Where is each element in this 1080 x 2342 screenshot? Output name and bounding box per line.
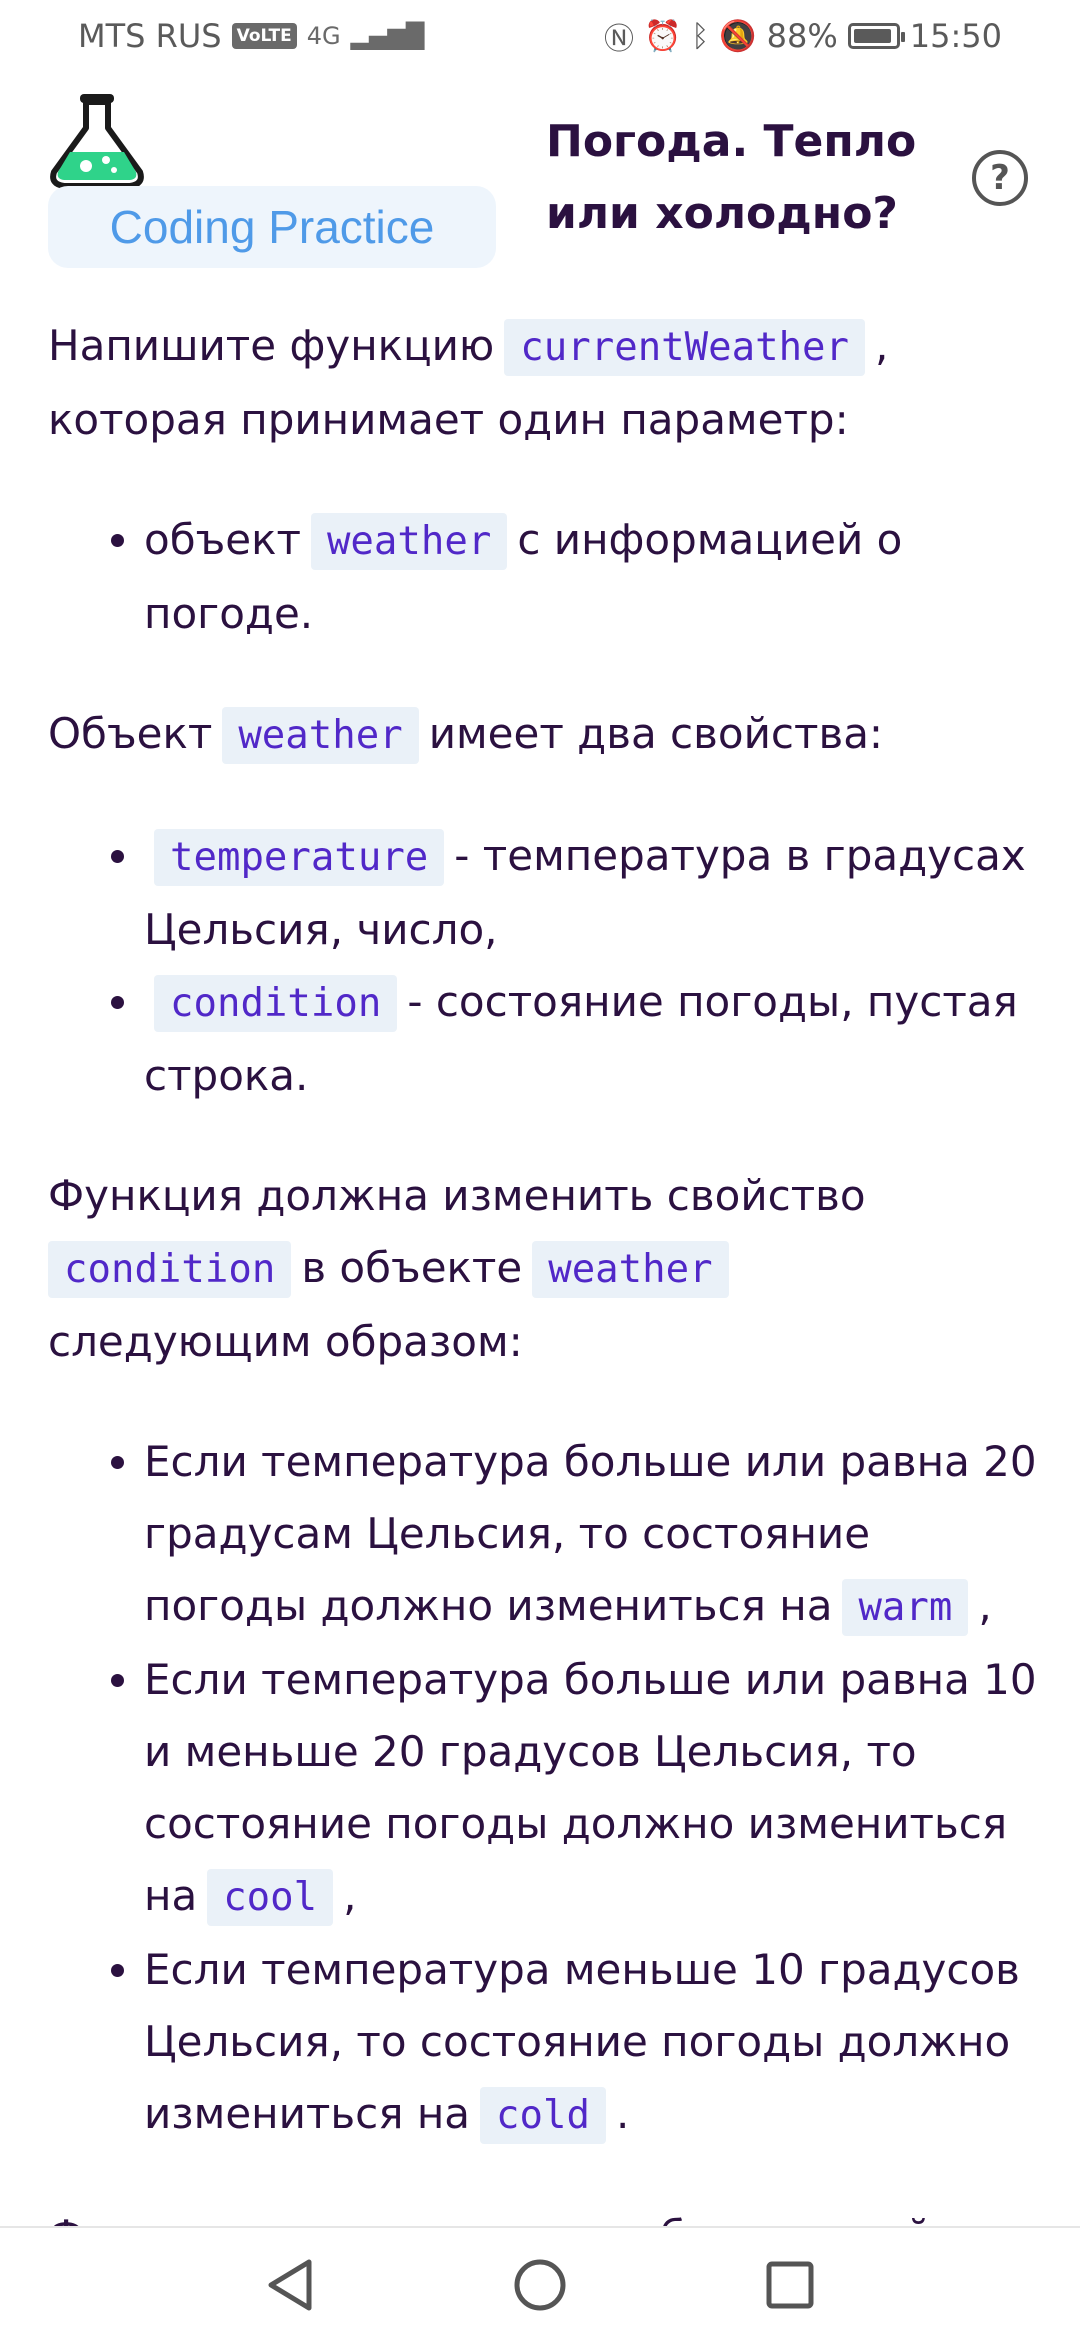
- carrier-label: MTS RUS: [78, 17, 222, 55]
- network-type: 4G: [306, 22, 341, 50]
- text: в объекте: [301, 1243, 523, 1292]
- code-temperature: temperature: [154, 829, 445, 886]
- paragraph-intro: Напишите функцию currentWeather, которая …: [48, 310, 1038, 456]
- text: объект: [144, 515, 301, 564]
- battery-percent: 88%: [766, 17, 838, 55]
- clock: 15:50: [909, 17, 1002, 55]
- code-currentWeather: currentWeather: [504, 319, 866, 376]
- code-warm: warm: [842, 1579, 969, 1636]
- bluetooth-icon: ᛒ: [691, 18, 710, 54]
- page-title: Погода. Тепло или холодно?: [546, 116, 917, 239]
- text: .: [615, 2089, 630, 2138]
- brand-badge[interactable]: Coding Practice: [48, 186, 496, 268]
- system-nav-bar: [0, 2226, 1080, 2342]
- code-weather: weather: [222, 707, 419, 764]
- code-cold: cold: [480, 2087, 606, 2144]
- code-weather: weather: [532, 1241, 729, 1298]
- text: Функция должна изменить свойство: [48, 1171, 866, 1220]
- code-weather: weather: [310, 513, 508, 570]
- status-right: Ⓝ ⏰ ᛒ 🔕 88% 15:50: [604, 14, 1002, 58]
- list-item: condition- состояние погоды, пустая стро…: [144, 966, 1038, 1112]
- list-item: Если температура больше или равна 10 и м…: [144, 1644, 1038, 1934]
- paragraph-rules: Функция должна изменить свойство conditi…: [48, 1160, 1038, 1378]
- text: имеет два свойства:: [428, 709, 884, 758]
- signal-icon: ▂▄▆█: [350, 22, 425, 50]
- status-left: MTS RUS VoLTE 4G ▂▄▆█: [78, 17, 424, 55]
- help-button[interactable]: ?: [972, 150, 1028, 206]
- text: ,: [875, 321, 889, 370]
- text: Объект: [48, 709, 213, 758]
- param-list: объектweatherс информацией о погоде.: [48, 504, 1038, 650]
- code-condition: condition: [154, 975, 398, 1032]
- text: Напишите функцию: [48, 321, 495, 370]
- list-item: temperature- температура в градусах Цель…: [144, 820, 1038, 966]
- nfc-icon: Ⓝ: [603, 22, 634, 57]
- text: которая принимает один параметр:: [48, 395, 849, 444]
- recents-square-icon: [766, 2261, 814, 2309]
- task-description: Напишите функцию currentWeather, которая …: [48, 310, 1038, 2320]
- back-triangle-icon: [268, 2259, 312, 2311]
- status-bar: MTS RUS VoLTE 4G ▂▄▆█ Ⓝ ⏰ ᛒ 🔕 88% 15:50: [0, 0, 1080, 72]
- battery-icon: [847, 23, 905, 49]
- list-item: объектweatherс информацией о погоде.: [144, 504, 1038, 650]
- code-cool: cool: [207, 1869, 334, 1926]
- paragraph-properties: Объект weather имеет два свойства:: [48, 698, 1038, 772]
- list-item: Если температура больше или равна 20 гра…: [144, 1426, 1038, 1644]
- rules-list: Если температура больше или равна 20 гра…: [48, 1426, 1038, 2152]
- list-item: Если температура меньше 10 градусов Цель…: [144, 1934, 1038, 2152]
- text: следующим образом:: [48, 1317, 523, 1366]
- code-condition: condition: [48, 1241, 292, 1298]
- alarm-icon: ⏰: [643, 18, 682, 54]
- property-list: temperature- температура в градусах Цель…: [48, 820, 1038, 1112]
- volte-badge: VoLTE: [231, 23, 297, 49]
- flask-icon: [46, 90, 148, 190]
- recents-button[interactable]: [760, 2255, 820, 2315]
- home-button[interactable]: [510, 2255, 570, 2315]
- text: ,: [343, 1871, 357, 1920]
- help-icon: ?: [990, 158, 1010, 198]
- text: ,: [978, 1581, 992, 1630]
- back-button[interactable]: [260, 2255, 320, 2315]
- mute-icon: 🔕: [719, 18, 757, 54]
- home-circle-icon: [514, 2259, 566, 2311]
